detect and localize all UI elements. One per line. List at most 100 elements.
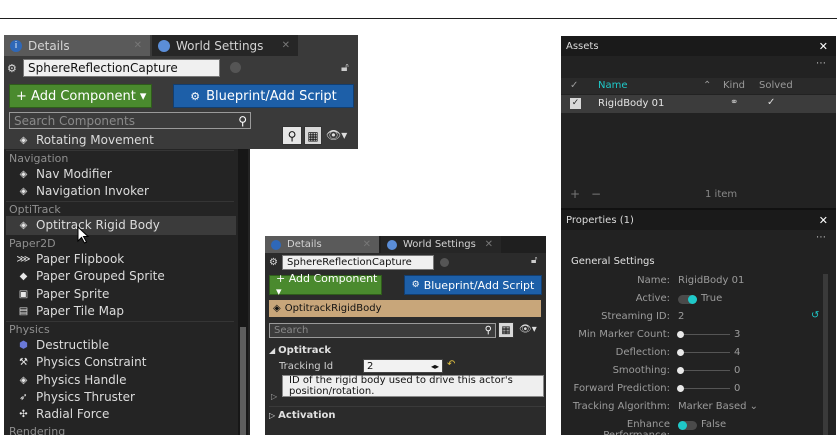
blueprint-add-script-button[interactable]: ⚙ Blueprint/Add Script — [173, 84, 354, 108]
slider-handle[interactable] — [677, 385, 684, 392]
close-icon[interactable]: ✕ — [282, 40, 290, 51]
section-label: Activation — [278, 409, 336, 421]
list-item-label: Physics Handle — [36, 373, 127, 387]
column-name[interactable]: Name — [598, 80, 628, 91]
forward-prediction-value: 0 — [734, 383, 741, 394]
list-item-paper-grouped-sprite[interactable]: ◆ Paper Grouped Sprite — [17, 268, 165, 284]
deflection-slider[interactable] — [678, 352, 730, 353]
add-component-button[interactable]: + Add Component ▾ — [269, 272, 382, 298]
gears-icon: ⚙ — [411, 280, 420, 290]
active-toggle[interactable] — [678, 295, 697, 304]
list-item-physics-thruster[interactable]: ➶ Physics Thruster — [17, 389, 135, 405]
list-item-nav-modifier[interactable]: ◈ Nav Modifier — [17, 166, 112, 182]
add-asset-button[interactable]: + — [570, 187, 580, 201]
column-kind[interactable]: Kind — [723, 80, 745, 91]
streaming-id-value[interactable]: 2 — [678, 311, 684, 322]
list-item-rotating-movement[interactable]: ◈ Rotating Movement — [17, 132, 154, 148]
scrollbar-thumb[interactable] — [240, 327, 246, 435]
tracking-algorithm-dropdown[interactable]: Marker Based ⌄ — [678, 401, 758, 412]
selected-component-row[interactable]: ◈ OptitrackRigidBody — [269, 300, 541, 317]
slider-handle[interactable] — [677, 367, 684, 374]
list-view-icon[interactable]: ▦ — [498, 322, 514, 338]
name-value[interactable]: RigidBody 01 — [678, 275, 744, 286]
close-icon[interactable]: ✕ — [819, 214, 828, 227]
tab-world-settings[interactable]: World Settings ✕ — [152, 35, 298, 56]
info-icon — [271, 239, 281, 250]
blueprint-label: Blueprint/Add Script — [206, 88, 337, 104]
sprite-icon: ▣ — [18, 288, 29, 300]
row-checkbox[interactable]: ✓ — [570, 98, 581, 109]
slider-handle[interactable] — [677, 349, 684, 356]
sort-icon[interactable]: ⌃ — [703, 80, 711, 91]
reset-icon[interactable]: ↺ — [811, 310, 819, 321]
list-item-label: Radial Force — [36, 407, 110, 421]
expand-arrow-icon[interactable]: ▷ — [271, 392, 277, 401]
divider — [6, 150, 234, 151]
list-item-destructible[interactable]: ⬢ Destructible — [17, 337, 109, 353]
enhance-performance-toggle[interactable] — [678, 421, 697, 430]
section-optitrack[interactable]: ◢ Optitrack — [269, 343, 545, 357]
tab-world-settings[interactable]: World Settings ✕ — [381, 236, 501, 253]
slider-handle[interactable] — [677, 331, 684, 338]
actor-name-input[interactable]: SphereReflectionCapture — [23, 59, 220, 77]
actor-name-value: SphereReflectionCapture — [287, 257, 412, 268]
help-icon[interactable] — [230, 62, 241, 73]
lock-icon[interactable]: 🔓︎ — [531, 255, 537, 266]
close-icon[interactable]: ✕ — [485, 239, 493, 250]
lock-icon[interactable]: 🔓︎ — [341, 60, 349, 75]
deflection-label: Deflection: — [615, 347, 670, 358]
column-solved[interactable]: Solved — [759, 80, 793, 91]
constraint-icon: ⚒ — [19, 356, 28, 368]
more-options-icon[interactable]: ⋯ — [816, 58, 826, 69]
globe-icon — [158, 39, 170, 52]
section-activation[interactable]: ▷ Activation — [269, 408, 545, 422]
search-icon[interactable]: ⚲ — [238, 114, 247, 128]
top-divider — [0, 18, 837, 19]
list-view-icon[interactable]: ▦ — [304, 126, 322, 145]
thruster-icon: ➶ — [19, 391, 28, 403]
close-icon[interactable]: ✕ — [134, 40, 142, 51]
add-component-button[interactable]: + Add Component ▾ — [9, 84, 152, 108]
smoothing-slider[interactable] — [678, 370, 730, 371]
search-icon[interactable]: ⚲ — [485, 325, 492, 336]
item-count: 1 item — [705, 189, 738, 200]
section-general-settings: General Settings — [571, 256, 655, 267]
list-item-paper-sprite[interactable]: ▣ Paper Sprite — [17, 286, 110, 302]
component-name: OptitrackRigidBody — [284, 303, 382, 314]
list-item-physics-handle[interactable]: ◈ Physics Handle — [17, 372, 127, 388]
actor-name-input[interactable]: SphereReflectionCapture — [282, 255, 434, 270]
properties-scrollbar[interactable] — [823, 274, 828, 435]
min-marker-slider[interactable] — [678, 334, 730, 335]
spin-arrows-icon[interactable]: ◂▸ — [431, 362, 439, 371]
component-search-input[interactable]: Search Components ⚲ — [9, 112, 251, 129]
eye-icon[interactable]: 👁︎▾ — [326, 128, 347, 142]
more-options-icon[interactable]: ⋯ — [816, 232, 826, 243]
solved-check: ✓ — [767, 97, 776, 108]
tab-details-label: Details — [28, 38, 70, 53]
blueprint-label: Blueprint/Add Script — [423, 278, 535, 292]
list-item-navigation-invoker[interactable]: ◈ Navigation Invoker — [17, 183, 149, 199]
details-search-input[interactable]: Search ⚲ — [269, 323, 496, 338]
close-icon[interactable]: ✕ — [819, 40, 828, 53]
tab-world-settings-label: World Settings — [176, 38, 264, 53]
tab-details[interactable]: i Details ✕ — [4, 35, 150, 56]
streaming-id-label: Streaming ID: — [601, 311, 670, 322]
min-marker-count-label: Min Marker Count: — [578, 329, 670, 340]
remove-asset-button[interactable]: − — [591, 187, 601, 201]
search-icon[interactable]: ⚲ — [282, 126, 302, 145]
reset-icon[interactable]: ↶ — [447, 359, 455, 370]
list-item-radial-force[interactable]: ✣ Radial Force — [17, 406, 109, 422]
list-item-paper-tile-map[interactable]: ▤ Paper Tile Map — [17, 303, 124, 319]
close-icon[interactable]: ✕ — [363, 239, 371, 250]
toggle-knob — [688, 295, 697, 304]
tab-details[interactable]: Details ✕ — [265, 236, 379, 253]
help-icon[interactable] — [440, 258, 449, 267]
forward-prediction-slider[interactable] — [678, 388, 730, 389]
list-item-paper-flipbook[interactable]: ⋙ Paper Flipbook — [16, 251, 124, 267]
min-marker-count-value: 3 — [734, 329, 741, 340]
eye-icon[interactable]: 👁︎▾ — [519, 324, 537, 335]
blueprint-add-script-button[interactable]: ⚙ Blueprint/Add Script — [404, 275, 542, 295]
category-optitrack: OptiTrack — [9, 203, 61, 216]
tracking-id-input[interactable]: 2 ◂▸ — [363, 359, 443, 373]
list-item-physics-constraint[interactable]: ⚒ Physics Constraint — [17, 354, 146, 370]
